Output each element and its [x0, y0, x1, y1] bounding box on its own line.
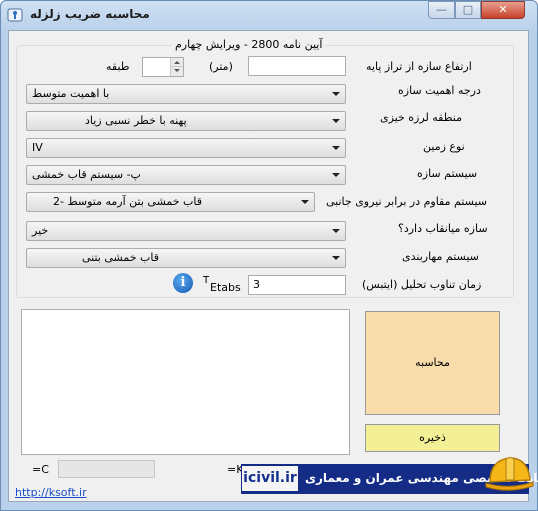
soft-story-value: خیر — [32, 224, 49, 237]
chevron-down-icon — [332, 146, 340, 150]
importance-label: درجه اهمیت سازه — [398, 84, 481, 97]
system-select[interactable]: پ- سیستم قاب خمشی — [26, 165, 346, 185]
system-label: سیستم سازه — [417, 167, 478, 180]
window-title: محاسبه ضریب زلزله — [30, 7, 150, 21]
c-label: C= — [32, 463, 49, 476]
importance-select[interactable]: با اهمیت متوسط — [26, 84, 346, 104]
chevron-down-icon — [332, 173, 340, 177]
chevron-down-icon — [301, 200, 309, 204]
seismic-zone-value: پهنه با خطر نسبی زیاد — [85, 114, 187, 127]
results-textbox[interactable] — [21, 309, 350, 455]
floors-spinner[interactable] — [142, 57, 184, 77]
helmet-icon — [485, 457, 534, 491]
calculate-button[interactable]: محاسبه — [365, 311, 500, 415]
floors-spinner-buttons[interactable] — [170, 58, 183, 76]
soft-story-label: سازه میانقاب دارد؟ — [398, 222, 488, 235]
floors-label: طبقه — [106, 60, 130, 73]
period-symbol: T — [203, 275, 210, 286]
height-input[interactable] — [248, 56, 346, 76]
ksoft-link[interactable]: http://ksoft.ir — [15, 486, 87, 499]
period-input[interactable]: 3 — [248, 275, 346, 295]
height-unit-label: (متر) — [209, 60, 233, 73]
bracing-value: قاب خمشی بتنی — [82, 251, 159, 264]
lateral-system-value: قاب خمشی بتن آرمه متوسط -2 — [53, 195, 203, 208]
close-button[interactable]: ✕ — [481, 1, 525, 19]
minimize-button[interactable]: — — [428, 1, 455, 19]
spin-up-icon[interactable] — [171, 58, 183, 67]
c-value-box — [58, 460, 155, 478]
title-bar[interactable]: محاسبه ضریب زلزله — □ ✕ — [0, 0, 538, 30]
period-subscript: Etabs — [210, 281, 241, 294]
group-legend: آیین نامه 2800 - ویرایش چهارم — [172, 38, 326, 51]
soil-label: نوع زمین — [423, 140, 465, 153]
system-value: پ- سیستم قاب خمشی — [32, 168, 141, 181]
chevron-down-icon — [332, 229, 340, 233]
bracing-label: سیستم مهاربندی — [402, 250, 479, 263]
importance-value: با اهمیت متوسط — [32, 87, 110, 100]
info-icon[interactable]: i — [173, 273, 193, 293]
chevron-down-icon — [332, 119, 340, 123]
icivil-logo-text: icivil.ir — [242, 466, 298, 491]
chevron-down-icon — [332, 92, 340, 96]
maximize-button[interactable]: □ — [455, 1, 481, 19]
spin-down-icon[interactable] — [171, 67, 183, 76]
earthquake-app-icon — [7, 8, 23, 22]
seismic-zone-label: منطقه لرزه خیزی — [380, 111, 462, 124]
height-label: ارتفاع سازه از تراز پایه — [366, 60, 472, 73]
chevron-down-icon — [332, 256, 340, 260]
lateral-system-select[interactable]: قاب خمشی بتن آرمه متوسط -2 — [26, 192, 315, 212]
soft-story-select[interactable]: خیر — [26, 221, 346, 241]
save-button[interactable]: ذخیره — [365, 424, 500, 452]
period-label: زمان تناوب تحلیل (ایتبس) — [362, 278, 482, 291]
soil-select[interactable]: IV — [26, 138, 346, 158]
lateral-label: سیستم مقاوم در برابر نیروی جانبی — [326, 195, 488, 208]
bracing-select[interactable]: قاب خمشی بتنی — [26, 248, 346, 268]
seismic-zone-select[interactable]: پهنه با خطر نسبی زیاد — [26, 111, 346, 131]
soil-value: IV — [32, 141, 43, 154]
